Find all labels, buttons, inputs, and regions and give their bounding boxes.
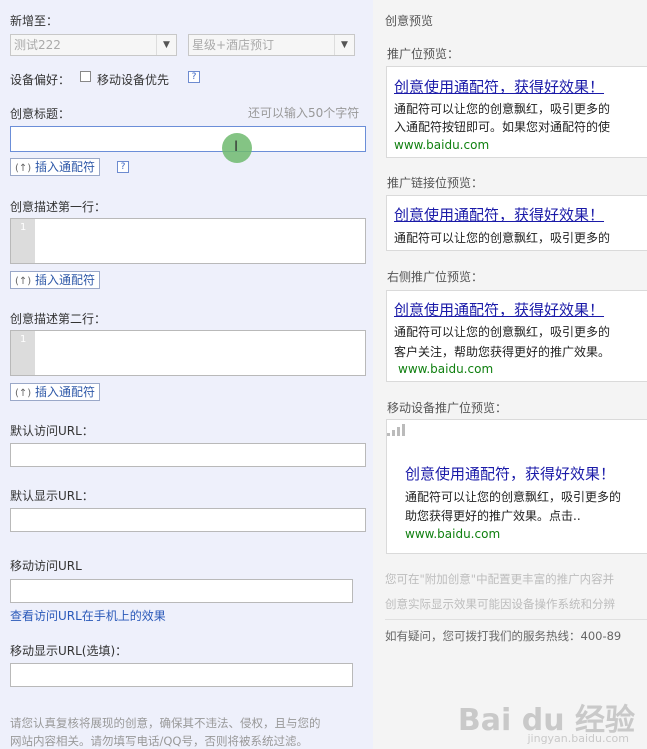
- preview-header: 创意预览: [385, 14, 434, 28]
- ad-url: www.baidu.com: [394, 138, 490, 152]
- ad-desc-line: 通配符可以让您的创意飘红，吸引更多的: [405, 490, 622, 504]
- default-display-url-label: 默认显示URL：: [10, 489, 94, 503]
- title-input[interactable]: [10, 126, 366, 152]
- mobile-url-label: 移动访问URL: [10, 559, 82, 573]
- mobile-url-input[interactable]: [10, 579, 353, 603]
- desc2-label: 创意描述第二行：: [10, 312, 107, 326]
- divider: [385, 619, 647, 620]
- ad-url: www.baidu.com: [398, 362, 494, 376]
- ad-title[interactable]: 创意使用通配符，获得好效果！: [394, 299, 604, 320]
- chevron-down-icon: ▼: [334, 35, 354, 55]
- ad-desc-line: 通配符可以让您的创意飘红，吸引更多的: [394, 102, 611, 116]
- default-display-url-input[interactable]: [10, 508, 366, 532]
- default-url-label: 默认访问URL：: [10, 424, 94, 438]
- help-icon[interactable]: ?: [117, 161, 129, 173]
- unit-select[interactable]: 星级+酒店预订 ▼: [188, 34, 355, 56]
- text-cursor-icon: I: [234, 139, 239, 155]
- mobile-display-url-input[interactable]: [10, 663, 353, 687]
- help-icon[interactable]: ?: [188, 71, 200, 83]
- title-label: 创意标题：: [10, 107, 71, 121]
- char-remaining-hint: 还可以输入50个字符: [248, 106, 360, 120]
- insert-wildcard-button[interactable]: (↑) 插入通配符: [10, 158, 101, 176]
- mobile-preview-label: 移动设备推广位预览：: [387, 401, 508, 415]
- insert-wildcard-button[interactable]: (↑) 插入通配符: [10, 383, 101, 401]
- insert-icon: (↑): [15, 388, 32, 399]
- desc2-textarea[interactable]: 1: [10, 330, 366, 376]
- service-hotline: 如有疑问，您可拨打我们的服务热线：400-89: [385, 629, 622, 643]
- ad-desc-line: 助您获得更好的推广效果。点击..: [405, 509, 581, 523]
- desc1-label: 创意描述第一行：: [10, 200, 107, 214]
- add-to-label: 新增至：: [10, 14, 59, 28]
- view-url-on-mobile-link[interactable]: 查看访问URL在手机上的效果: [10, 607, 166, 624]
- ad-desc-line: 通配符可以让您的创意飘红，吸引更多的: [394, 325, 611, 339]
- chevron-down-icon: ▼: [156, 35, 176, 55]
- ad-edit-form: 新增至： 测试222 ▼ 星级+酒店预订 ▼ 设备偏好： 移动设备优先 ? 创意…: [0, 0, 373, 749]
- signal-icon: [387, 422, 409, 436]
- mobile-first-checkbox[interactable]: [80, 71, 91, 82]
- insert-icon: (↑): [15, 276, 32, 287]
- device-pref-label: 设备偏好：: [10, 73, 71, 87]
- ad-url: www.baidu.com: [405, 527, 501, 541]
- watermark-domain: jingyan.baidu.com: [527, 732, 629, 745]
- promo-preview-label: 推广位预览：: [387, 47, 460, 61]
- ad-title[interactable]: 创意使用通配符，获得好效果！: [394, 76, 604, 97]
- ad-desc-line: 客户关注，帮助您获得更好的推广效果。: [394, 345, 611, 359]
- link-preview-label: 推广链接位预览：: [387, 176, 484, 190]
- right-preview-label: 右侧推广位预览：: [387, 270, 484, 284]
- ad-desc-line: 入通配符按钮即可。如果您对通配符的使: [394, 120, 611, 134]
- desc1-textarea[interactable]: 1: [10, 218, 366, 264]
- ad-title[interactable]: 创意使用通配符，获得好效果！: [405, 463, 615, 484]
- insert-wildcard-button[interactable]: (↑) 插入通配符: [10, 271, 101, 289]
- mobile-display-url-label: 移动显示URL(选填)：: [10, 644, 128, 658]
- ad-desc-line: 通配符可以让您的创意飘红，吸引更多的: [394, 231, 611, 245]
- insert-icon: (↑): [15, 163, 32, 174]
- default-url-input[interactable]: [10, 443, 366, 467]
- ad-title[interactable]: 创意使用通配符，获得好效果！: [394, 204, 604, 225]
- preview-note-1: 您可在"附加创意"中配置更丰富的推广内容并: [385, 572, 615, 586]
- mobile-first-label: 移动设备优先: [97, 73, 170, 87]
- plan-select[interactable]: 测试222 ▼: [10, 34, 177, 56]
- line-number-gutter: 1: [11, 219, 35, 263]
- notice-line-1: 请您认真复核将展现的创意，确保其不违法、侵权，且与您的: [10, 716, 321, 730]
- preview-note-2: 创意实际显示效果可能因设备操作系统和分辨: [385, 597, 615, 611]
- notice-line-2: 网站内容相关。请勿填写电话/QQ号，否则将被系统过滤。: [10, 734, 308, 748]
- line-number-gutter: 1: [11, 331, 35, 375]
